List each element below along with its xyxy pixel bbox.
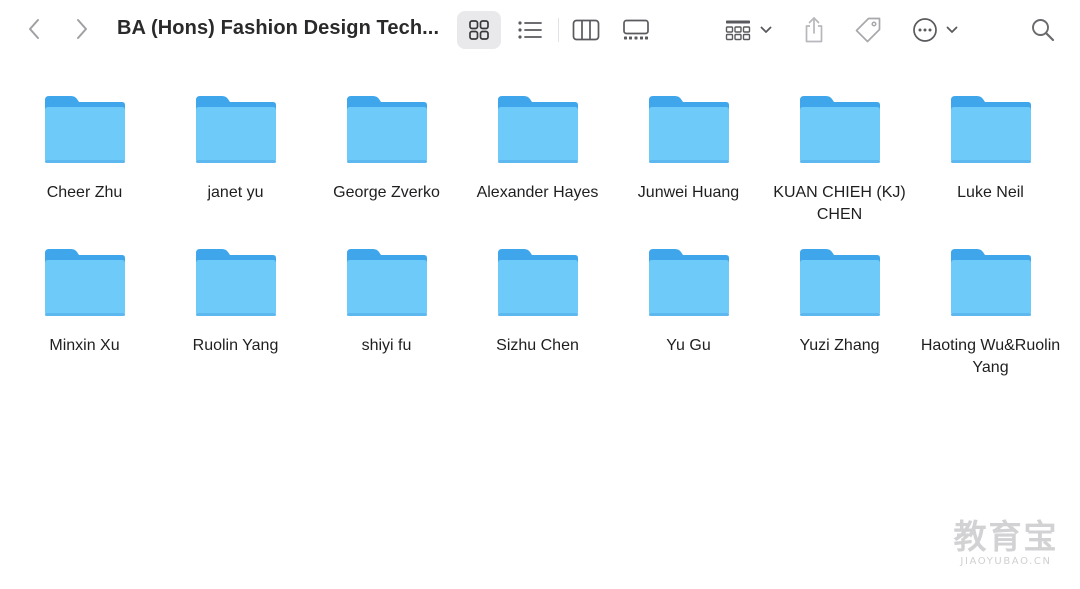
folder-grid: Cheer Zhu janet yu George Zverko Alexander … [9,86,1069,392]
folder-item[interactable]: Luke Neil [915,86,1066,239]
folder-icon [44,96,125,163]
more-actions-button[interactable] [907,11,943,49]
folder-name: Yuzi Zhang [799,337,880,354]
folder-item[interactable]: Cheer Zhu [9,86,160,239]
folder-icon [195,249,276,316]
folder-icon [648,249,729,316]
folder-name: Alexander Hayes [476,184,599,201]
folder-name: Luke Neil [957,184,1024,201]
chevron-left-icon [29,19,39,39]
folder-item[interactable]: Ruolin Yang [160,239,311,392]
folder-icon [346,249,427,316]
folder-name: Junwei Huang [637,184,740,201]
folder-icon [950,249,1031,316]
group-by-icon [725,20,751,41]
chevron-down-icon [760,26,772,33]
toolbar: BA (Hons) Fashion Design Tech... [0,0,1080,60]
folder-icon [799,96,880,163]
group-by-dropdown[interactable] [756,11,776,49]
folder-name: Minxin Xu [49,337,120,354]
folder-item[interactable]: Junwei Huang [613,86,764,239]
folder-item[interactable]: Yuzi Zhang [764,239,915,392]
folder-icon [195,96,276,163]
folder-icon [44,249,125,316]
folder-name: George Zverko [333,184,440,201]
share-button[interactable] [796,11,832,49]
toolbar-separator [558,18,559,42]
folder-item[interactable]: Minxin Xu [9,239,160,392]
folder-name: Yu Gu [666,337,711,354]
more-actions-dropdown[interactable] [942,11,962,49]
grid-view-icon [469,20,489,40]
finder-window: BA (Hons) Fashion Design Tech... Cheer Z… [0,0,1080,589]
column-view-icon [572,19,600,41]
folder-name: Haoting Wu&Ruolin Yang [920,337,1061,376]
folder-name: Cheer Zhu [46,184,123,201]
folder-icon [799,249,880,316]
chevron-right-icon [77,19,87,39]
forward-button[interactable] [66,13,98,45]
gallery-view-button[interactable] [616,11,656,49]
folder-name: shiyi fu [361,337,412,354]
tag-button[interactable] [850,11,886,49]
tag-icon [855,17,881,43]
folder-name: Sizhu Chen [496,337,579,354]
list-view-button[interactable] [510,11,550,49]
watermark-domain: JIAOYUBAO.CN [960,556,1052,567]
folder-icon [497,96,578,163]
folder-icon [497,249,578,316]
folder-item[interactable]: janet yu [160,86,311,239]
back-button[interactable] [18,13,50,45]
folder-item[interactable]: Sizhu Chen [462,239,613,392]
folder-item[interactable]: Alexander Hayes [462,86,613,239]
folder-name: Ruolin Yang [192,337,279,354]
folder-name: janet yu [207,184,264,201]
folder-name: KUAN CHIEH (KJ) CHEN [773,184,906,223]
folder-icon [346,96,427,163]
search-icon [1032,19,1055,42]
group-by-button[interactable] [720,11,756,49]
folder-icon [950,96,1031,163]
search-button[interactable] [1024,11,1062,49]
list-view-icon [518,21,542,39]
folder-item[interactable]: shiyi fu [311,239,462,392]
share-icon [805,17,823,43]
watermark-logo: 教育宝 JIAOYUBAO.CN [950,517,1062,568]
icon-view-button[interactable] [457,11,501,49]
gallery-view-icon [623,19,649,40]
ellipsis-circle-icon [913,18,937,42]
folder-item[interactable]: KUAN CHIEH (KJ) CHEN [764,86,915,239]
folder-icon [648,96,729,163]
chevron-down-icon [946,26,958,33]
column-view-button[interactable] [566,11,606,49]
folder-item[interactable]: Haoting Wu&Ruolin Yang [915,239,1066,392]
window-title: BA (Hons) Fashion Design Tech... [117,17,440,39]
folder-item[interactable]: Yu Gu [613,239,764,392]
watermark-text: 教育宝 [953,517,1059,556]
folder-item[interactable]: George Zverko [311,86,462,239]
